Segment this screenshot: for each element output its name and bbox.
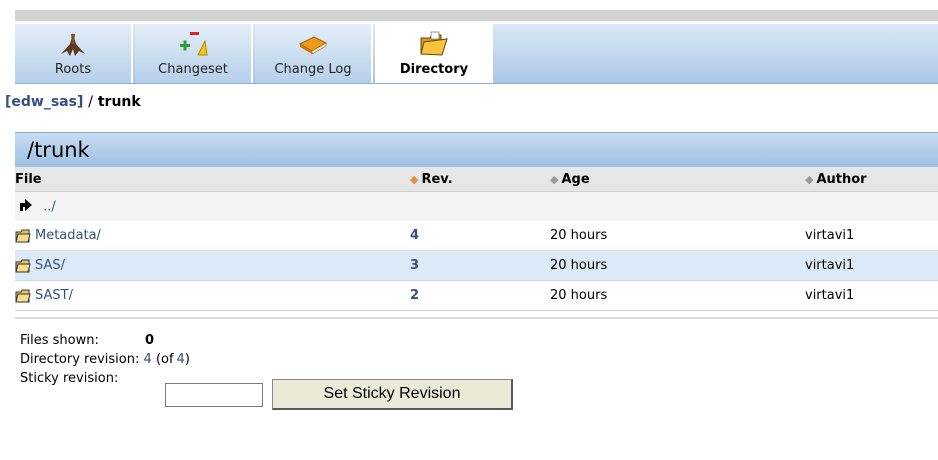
- table-header-row: File ◆ Rev. ◆ Age ◆ Author: [15, 167, 938, 192]
- revision-link[interactable]: 2: [410, 288, 419, 303]
- author-cell: virtavi1: [805, 221, 938, 251]
- tab-changeset[interactable]: Changeset: [135, 24, 253, 83]
- file-link[interactable]: SAS/: [35, 258, 65, 273]
- files-shown-line: Files shown: 0: [20, 333, 190, 352]
- breadcrumb-repo-link[interactable]: [edw_sas]: [5, 94, 83, 110]
- sticky-revision-label: Sticky revision:: [20, 371, 119, 386]
- top-strip: [15, 10, 938, 21]
- files-shown-label: Files shown:: [20, 333, 99, 348]
- directory-revision-total-link[interactable]: 4: [177, 352, 185, 367]
- sort-icon: ◆: [805, 172, 814, 186]
- top-bar: [0, 0, 938, 24]
- panel-title: /trunk: [15, 132, 938, 167]
- folder-icon: [15, 259, 31, 273]
- table-row[interactable]: Metadata/ 4 20 hours virtavi1: [15, 221, 938, 251]
- author-cell: virtavi1: [805, 280, 938, 311]
- folder-icon: [15, 289, 31, 303]
- age-cell: 20 hours: [550, 250, 805, 281]
- tab-directory[interactable]: Directory: [375, 24, 493, 83]
- folder-icon: [15, 229, 31, 243]
- changelog-book-icon: [255, 30, 371, 58]
- files-shown-value: 0: [145, 333, 155, 348]
- tab-label: Directory: [399, 62, 469, 77]
- directory-revision-link[interactable]: 4: [144, 352, 152, 367]
- tab-label: Changeset: [158, 62, 228, 77]
- tab-label: Change Log: [274, 62, 352, 77]
- divider: [15, 317, 938, 319]
- parent-directory-icon: [17, 197, 35, 217]
- revision-link[interactable]: 3: [410, 258, 419, 273]
- folder-open-icon: [375, 30, 493, 58]
- file-link[interactable]: Metadata/: [35, 228, 101, 243]
- table-row[interactable]: SAS/ 3 20 hours virtavi1: [15, 250, 938, 281]
- sort-active-icon: ◆: [410, 172, 419, 186]
- tab-bar: Roots Changeset Change Log Directory: [15, 24, 938, 84]
- directory-table: File ◆ Rev. ◆ Age ◆ Author ../ Metadata/ 4 …: [15, 167, 938, 311]
- set-sticky-revision-button[interactable]: Set Sticky Revision: [272, 379, 513, 410]
- tab-roots[interactable]: Roots: [15, 24, 133, 83]
- file-link[interactable]: SAST/: [35, 288, 73, 303]
- directory-panel: /trunk File ◆ Rev. ◆ Age ◆ Author ../ Metad…: [15, 132, 938, 311]
- directory-revision-close: ): [184, 352, 190, 367]
- revision-link[interactable]: 4: [410, 228, 419, 243]
- table-row-parent[interactable]: ../: [15, 191, 938, 221]
- breadcrumb: [edw_sas] / trunk: [5, 94, 141, 110]
- directory-revision-line: Directory revision: 4 (of 4): [20, 352, 190, 371]
- author-cell: virtavi1: [805, 250, 938, 281]
- changeset-icon: [135, 30, 251, 58]
- tab-label: Roots: [54, 62, 92, 77]
- column-header-rev[interactable]: ◆ Rev.: [410, 167, 550, 192]
- age-cell: 20 hours: [550, 221, 805, 251]
- tree-roots-icon: [15, 30, 131, 58]
- column-header-file[interactable]: File: [15, 167, 410, 192]
- table-row[interactable]: SAST/ 2 20 hours virtavi1: [15, 280, 938, 311]
- age-cell: 20 hours: [550, 280, 805, 311]
- sticky-revision-input[interactable]: [165, 383, 263, 407]
- directory-revision-of: (of: [155, 352, 174, 367]
- column-header-age[interactable]: ◆ Age: [550, 167, 805, 192]
- directory-revision-label: Directory revision:: [20, 352, 140, 367]
- sort-icon: ◆: [550, 172, 559, 186]
- breadcrumb-separator: /: [88, 94, 93, 110]
- tab-change-log[interactable]: Change Log: [255, 24, 373, 83]
- directory-info: Files shown: 0 Directory revision: 4 (of 4…: [20, 333, 190, 390]
- parent-directory-link[interactable]: ../: [43, 199, 56, 214]
- breadcrumb-current: trunk: [97, 94, 141, 110]
- column-header-author[interactable]: ◆ Author: [805, 167, 938, 192]
